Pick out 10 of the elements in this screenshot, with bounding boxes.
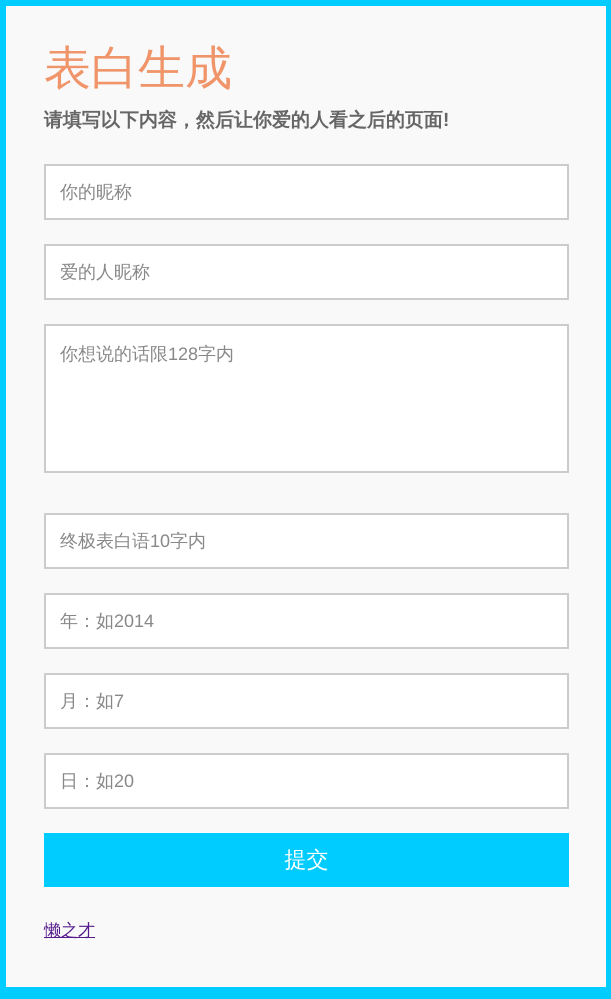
message-textarea[interactable]: 你想说的话限128字内 [44, 324, 569, 473]
footer-link[interactable]: 懒之才 [44, 921, 95, 941]
input-field[interactable]: 日：如20 [44, 753, 569, 809]
input-field[interactable]: 月：如7 [44, 673, 569, 729]
input-field[interactable]: 爱的人昵称 [44, 244, 569, 300]
page-title: 表白生成 [44, 40, 232, 96]
input-field[interactable]: 终极表白语10字内 [44, 513, 569, 569]
page-subtitle: 请填写以下内容，然后让你爱的人看之后的页面! [44, 108, 450, 133]
input-field[interactable]: 你的昵称 [44, 164, 569, 220]
input-field[interactable]: 年：如2014 [44, 593, 569, 649]
